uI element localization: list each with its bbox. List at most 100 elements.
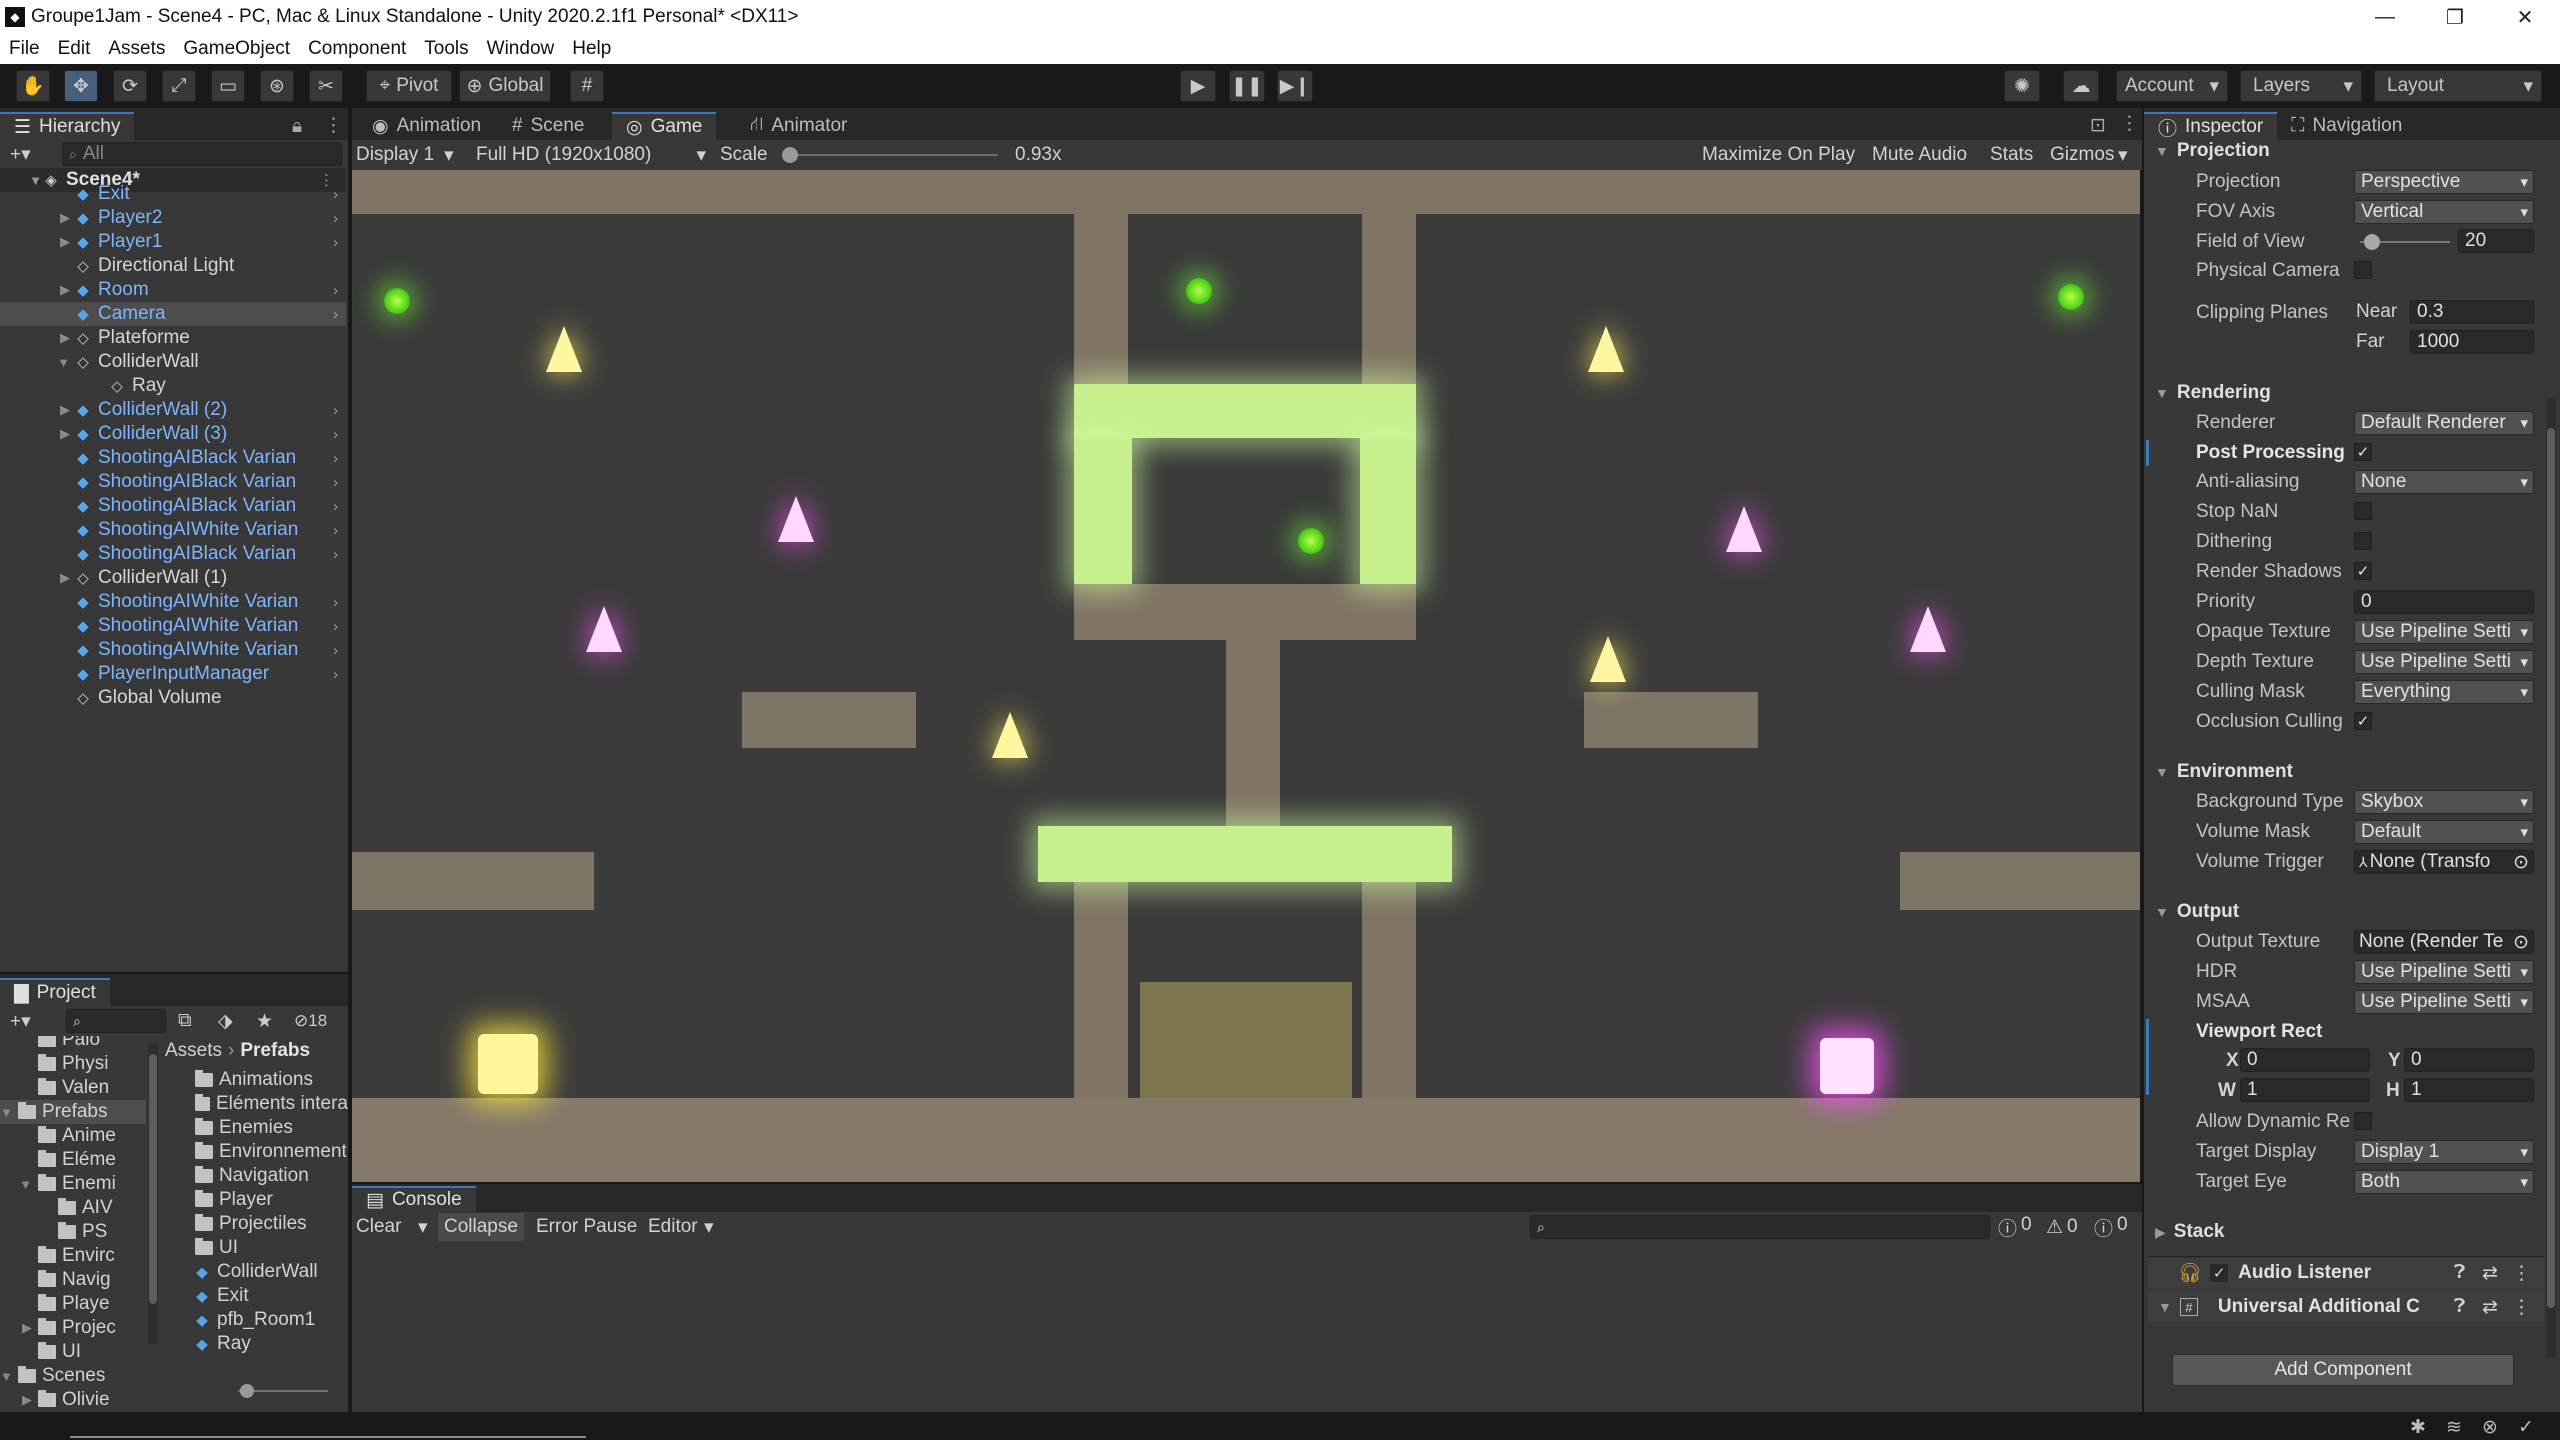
- object-picker-icon[interactable]: ⊙: [2513, 931, 2529, 954]
- console-search-input[interactable]: ⌕: [1530, 1215, 1990, 1239]
- account-dropdown[interactable]: Account ▾: [2116, 70, 2228, 102]
- tab-game[interactable]: ◎ Game: [612, 112, 717, 140]
- target-display-dropdown[interactable]: Display 1: [2354, 1140, 2534, 1164]
- chevron-right-icon[interactable]: ›: [333, 306, 338, 323]
- chevron-right-icon[interactable]: ›: [333, 618, 338, 635]
- move-tool-icon[interactable]: ✥: [64, 70, 98, 102]
- hierarchy-item[interactable]: ▶ ◆ ColliderWall (3) ›: [0, 422, 346, 446]
- target-eye-dropdown[interactable]: Both: [2354, 1170, 2534, 1194]
- chevron-right-icon[interactable]: ›: [333, 450, 338, 467]
- mute-audio-toggle[interactable]: Mute Audio: [1868, 144, 1971, 166]
- chevron-right-icon[interactable]: ›: [333, 210, 338, 227]
- expand-arrow-icon[interactable]: ▶: [0, 282, 74, 298]
- scale-tool-icon[interactable]: ⤢: [162, 70, 196, 102]
- universal-additional-component[interactable]: ▼ # Universal Additional C ❓︎ ⇄ ⋮: [2148, 1292, 2544, 1322]
- step-button[interactable]: ▶❙: [1277, 70, 1313, 102]
- chevron-right-icon[interactable]: ›: [333, 666, 338, 683]
- menu-edit[interactable]: Edit: [49, 38, 100, 60]
- tab-scene[interactable]: # Scene: [498, 112, 598, 140]
- project-tree-item[interactable]: Palo: [0, 1036, 146, 1052]
- rect-tool-icon[interactable]: ▭: [211, 70, 245, 102]
- lock-icon[interactable]: 🔒︎: [292, 116, 302, 138]
- more-menu-icon[interactable]: ⋮: [2512, 1296, 2531, 1319]
- priority-input[interactable]: 0: [2354, 590, 2534, 614]
- project-folder-item[interactable]: Projectiles: [165, 1212, 348, 1236]
- collab-icon[interactable]: ✺: [2004, 70, 2040, 102]
- project-tree-item[interactable]: Valen: [0, 1076, 146, 1100]
- breadcrumb-assets[interactable]: Assets: [165, 1040, 222, 1062]
- output-texture-field[interactable]: None (Render Te ⊙: [2354, 930, 2534, 954]
- expand-arrow-icon[interactable]: ▶: [0, 426, 74, 442]
- opaque-texture-dropdown[interactable]: Use Pipeline Setti: [2354, 620, 2534, 644]
- tag-icon[interactable]: ⬗: [218, 1010, 233, 1033]
- close-button[interactable]: ✕: [2490, 0, 2560, 34]
- audio-listener-enabled-checkbox[interactable]: ✓: [2210, 1264, 2229, 1282]
- hierarchy-item[interactable]: ◇ Global Volume: [0, 686, 346, 710]
- project-tree-item[interactable]: Eléme: [0, 1148, 146, 1172]
- pause-button[interactable]: ❚❚: [1229, 70, 1265, 102]
- project-tree-item[interactable]: Navig: [0, 1268, 146, 1292]
- fov-slider[interactable]: [2360, 234, 2450, 250]
- chevron-right-icon[interactable]: ›: [333, 234, 338, 251]
- menu-component[interactable]: Component: [299, 38, 415, 60]
- project-tree-item[interactable]: Envirc: [0, 1244, 146, 1268]
- project-tree-item[interactable]: ▶ Projec: [0, 1316, 146, 1340]
- menu-assets[interactable]: Assets: [99, 38, 174, 60]
- hierarchy-item[interactable]: ◆ ShootingAIBlack Varian ›: [0, 446, 346, 470]
- layers-icon[interactable]: ≋: [2446, 1416, 2462, 1439]
- expand-arrow-icon[interactable]: ▶: [0, 330, 74, 346]
- hierarchy-item[interactable]: ▶ ◆ Room ›: [0, 278, 346, 302]
- icon-size-slider[interactable]: [238, 1384, 328, 1398]
- project-tree-item[interactable]: AIV: [0, 1196, 146, 1220]
- hierarchy-item[interactable]: ◆ Camera ›: [0, 302, 346, 326]
- chevron-down-icon[interactable]: ▾: [418, 1216, 428, 1239]
- hierarchy-item[interactable]: ◇ Directional Light: [0, 254, 346, 278]
- breadcrumb-prefabs[interactable]: Prefabs: [240, 1040, 310, 1062]
- viewport-y-input[interactable]: 0: [2404, 1048, 2534, 1072]
- maximize-button[interactable]: ❐: [2420, 0, 2490, 34]
- tab-animator[interactable]: ⛙ Animator: [736, 112, 861, 140]
- project-tree-item[interactable]: ▼ Prefabs: [0, 1100, 146, 1124]
- hierarchy-item[interactable]: ▶ ◆ Player1 ›: [0, 230, 346, 254]
- expand-arrow-icon[interactable]: ▶: [0, 402, 74, 418]
- menu-file[interactable]: File: [0, 38, 49, 60]
- chevron-right-icon[interactable]: ›: [333, 282, 338, 299]
- hidden-count[interactable]: ⊘18: [294, 1011, 327, 1031]
- project-tree-item[interactable]: Physi: [0, 1052, 146, 1076]
- resolution-dropdown[interactable]: Full HD (1920x1080) ▾: [476, 144, 706, 167]
- stats-toggle[interactable]: Stats: [1986, 144, 2037, 166]
- expand-arrow-icon[interactable]: ▶: [0, 210, 74, 226]
- rendering-header[interactable]: ▼ Rendering: [2155, 380, 2271, 406]
- error-pause-toggle[interactable]: Error Pause: [536, 1216, 637, 1238]
- global-toggle[interactable]: ⊕ Global: [459, 70, 551, 102]
- anti-aliasing-dropdown[interactable]: None: [2354, 470, 2534, 494]
- tab-hierarchy[interactable]: ☰ Hierarchy: [0, 112, 135, 140]
- menu-window[interactable]: Window: [478, 38, 564, 60]
- project-folder-item[interactable]: Environnement: [165, 1140, 348, 1164]
- hand-tool-icon[interactable]: ✋: [16, 70, 50, 102]
- custom-tool-icon[interactable]: ✂: [309, 70, 343, 102]
- project-asset-item[interactable]: ◆ pfb_Room1: [165, 1308, 348, 1332]
- editor-dropdown[interactable]: Editor: [648, 1216, 698, 1238]
- game-view-render[interactable]: [352, 170, 2140, 1182]
- play-button[interactable]: ▶: [1180, 70, 1216, 102]
- fov-slider-thumb[interactable]: [2364, 234, 2380, 250]
- projection-header[interactable]: ▼ Projection: [2155, 138, 2270, 164]
- project-folder-item[interactable]: Eléments intera: [165, 1092, 348, 1116]
- lock-icon[interactable]: ⊡: [2090, 114, 2106, 137]
- expand-arrow-icon[interactable]: ▶: [0, 1392, 38, 1408]
- hierarchy-item[interactable]: ▶ ◇ ColliderWall (1): [0, 566, 346, 590]
- tree-scrollbar[interactable]: [148, 1044, 158, 1344]
- menu-tools[interactable]: Tools: [415, 38, 477, 60]
- help-icon[interactable]: ❓︎: [2454, 1262, 2465, 1284]
- hierarchy-item[interactable]: ◆ PlayerInputManager ›: [0, 662, 346, 686]
- rotate-tool-icon[interactable]: ⟳: [113, 70, 147, 102]
- add-icon[interactable]: +▾: [10, 143, 31, 166]
- add-component-button[interactable]: Add Component: [2172, 1354, 2514, 1386]
- dithering-checkbox[interactable]: [2354, 532, 2372, 550]
- chevron-right-icon[interactable]: ›: [333, 186, 338, 203]
- check-circle-icon[interactable]: ✓: [2518, 1416, 2534, 1439]
- stop-nan-checkbox[interactable]: [2354, 502, 2372, 520]
- depth-texture-dropdown[interactable]: Use Pipeline Setti: [2354, 650, 2534, 674]
- background-type-dropdown[interactable]: Skybox: [2354, 790, 2534, 814]
